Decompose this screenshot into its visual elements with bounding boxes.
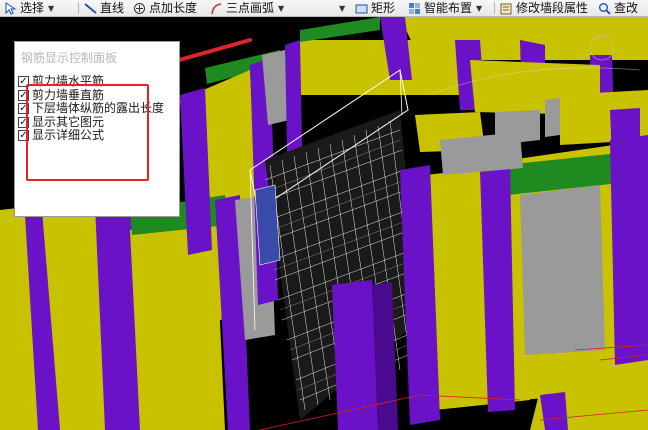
rebar-display-control-panel: 钢筋显示控制面板 ✓ 剪力墙水平筋 ✓ 剪力墙垂直筋 ✓ 下层墙体纵筋的露出长度… <box>14 41 180 217</box>
modify-wall-properties-label: 修改墙段属性 <box>516 0 589 15</box>
chevron-down-icon[interactable]: ▼ <box>48 1 54 16</box>
pointer-icon <box>4 1 17 15</box>
select-tool-button[interactable]: 选择 ▼ <box>4 0 54 16</box>
wall-face <box>520 185 605 355</box>
point-length-tool-button[interactable]: 点加长度 <box>133 0 197 16</box>
chevron-down-icon[interactable]: ▼ <box>339 1 345 16</box>
toolbar-divider <box>494 2 495 14</box>
modify-wall-properties-button[interactable]: 修改墙段属性 <box>500 0 588 16</box>
line-tool-label: 直线 <box>100 0 125 15</box>
toolbar-divider <box>78 2 79 14</box>
smart-layout-tool-label: 智能布置 <box>424 0 473 15</box>
search-modify-button[interactable]: 查改 <box>598 0 638 16</box>
panel-title: 钢筋显示控制面板 <box>21 51 118 65</box>
chevron-down-icon[interactable]: ▼ <box>278 1 284 16</box>
toolbar: 选择 ▼ 直线 点加长度 三点画弧 ▼ ▼ 矩形 智能布置 ▼ 修改墙段属性 查… <box>0 0 648 17</box>
three-point-arc-tool-label: 三点画弧 <box>226 0 275 15</box>
line-tool-button[interactable]: 直线 <box>84 0 124 16</box>
search-icon <box>598 2 611 15</box>
point-length-icon <box>133 2 146 15</box>
rectangle-tool-button[interactable]: 矩形 <box>355 0 395 16</box>
column <box>610 135 648 365</box>
arc-icon <box>210 2 223 15</box>
rectangle-icon <box>355 2 368 15</box>
chevron-down-icon[interactable]: ▼ <box>476 1 482 16</box>
column <box>540 392 568 430</box>
smart-layout-icon <box>408 2 421 15</box>
smart-layout-tool-button[interactable]: 智能布置 ▼ <box>408 0 482 16</box>
point-length-tool-label: 点加长度 <box>149 0 198 15</box>
search-modify-label: 查改 <box>614 0 639 15</box>
wall-properties-icon <box>500 2 513 15</box>
3d-viewport[interactable]: 钢筋显示控制面板 ✓ 剪力墙水平筋 ✓ 剪力墙垂直筋 ✓ 下层墙体纵筋的露出长度… <box>0 17 648 430</box>
annotation-highlight-box <box>26 84 149 181</box>
select-tool-label: 选择 <box>20 0 45 15</box>
column <box>332 280 378 430</box>
rectangle-tool-label: 矩形 <box>371 0 396 15</box>
more-dropdown-button[interactable]: ▼ <box>338 0 345 16</box>
three-point-arc-tool-button[interactable]: 三点画弧 ▼ <box>210 0 284 16</box>
line-icon <box>84 2 97 15</box>
wall-face <box>545 98 560 137</box>
